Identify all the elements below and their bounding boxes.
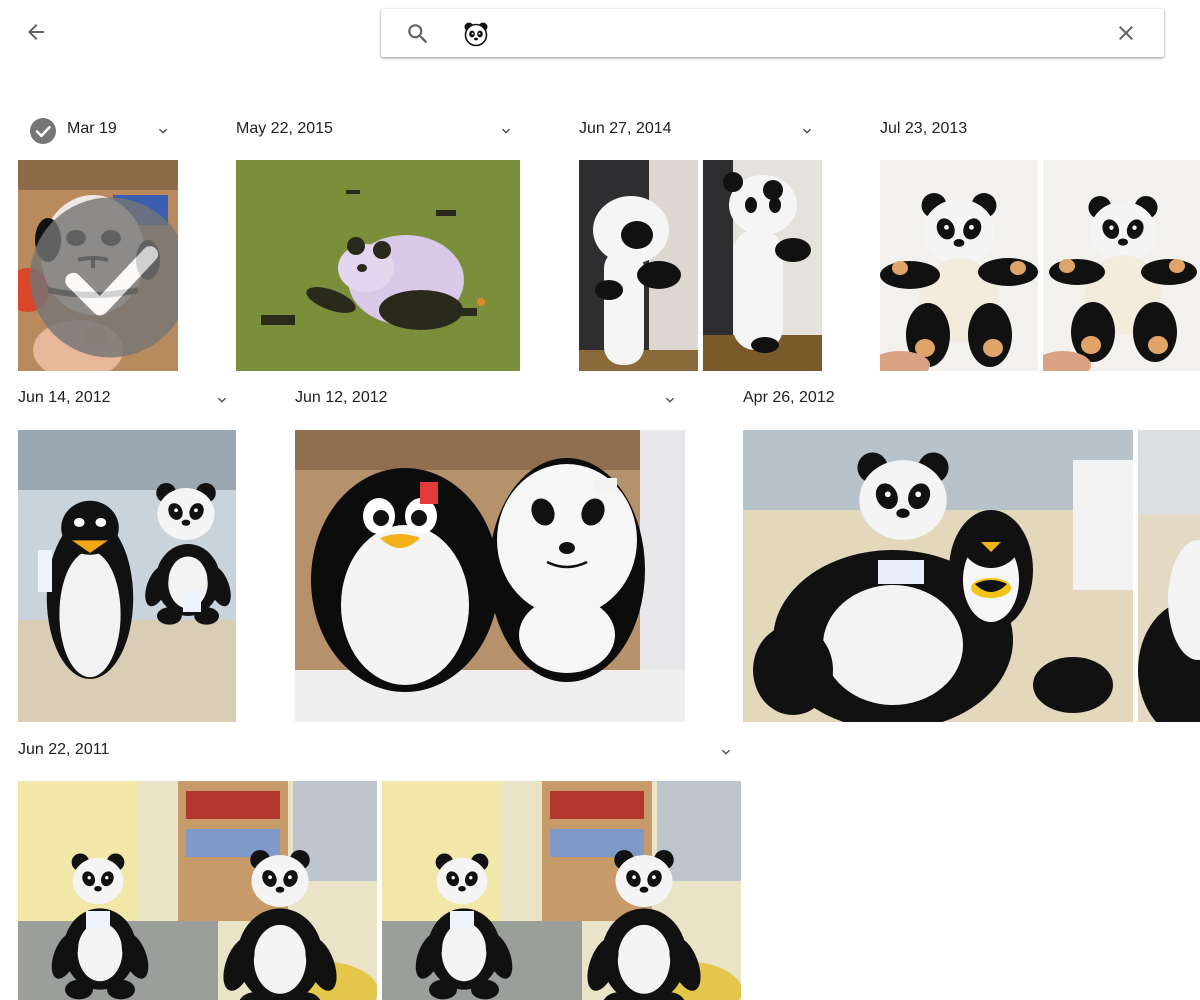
photo-plush-panda-held-in-hand[interactable] bbox=[18, 160, 178, 371]
check-circle-icon[interactable] bbox=[30, 172, 178, 371]
photo-panda-plush-cropped[interactable] bbox=[1138, 430, 1200, 722]
section-date-jul-23-2013: Jul 23, 2013 bbox=[880, 120, 968, 137]
section-date-mar-19: Mar 19 bbox=[67, 120, 117, 137]
chevron-down-icon[interactable] bbox=[498, 123, 514, 139]
search-icon[interactable] bbox=[405, 21, 431, 47]
photo-hanging-panda-plush-2[interactable] bbox=[703, 160, 822, 371]
photo-big-panda-with-batman-penguin[interactable] bbox=[743, 430, 1133, 722]
section-date-apr-26-2012: Apr 26, 2012 bbox=[743, 389, 835, 406]
search-bar[interactable] bbox=[381, 9, 1164, 57]
chevron-down-icon[interactable] bbox=[662, 392, 678, 408]
photo-panda-tshirt-tanks-helicopters[interactable] bbox=[236, 160, 520, 371]
chevron-down-icon[interactable] bbox=[799, 123, 815, 139]
section-date-jun-27-2014: Jun 27, 2014 bbox=[579, 120, 672, 137]
chevron-down-icon[interactable] bbox=[214, 392, 230, 408]
photo-panda-teddy-held-2[interactable] bbox=[1043, 160, 1200, 371]
photo-panda-teddy-held-1[interactable] bbox=[880, 160, 1038, 371]
close-icon[interactable] bbox=[1114, 21, 1138, 45]
section-date-jun-14-2012: Jun 14, 2012 bbox=[18, 389, 111, 406]
section-date-jun-12-2012: Jun 12, 2012 bbox=[295, 389, 388, 406]
photo-penguin-and-panda-plush-on-couch[interactable] bbox=[18, 430, 236, 722]
photo-penguin-and-panda-kids-suitcases[interactable] bbox=[295, 430, 685, 722]
arrow-back-icon bbox=[28, 24, 44, 40]
section-date-may-22-2015: May 22, 2015 bbox=[236, 120, 333, 137]
section-date-jun-22-2011: Jun 22, 2011 bbox=[18, 741, 110, 758]
panda-emoji-icon[interactable] bbox=[463, 21, 489, 47]
chevron-down-icon[interactable] bbox=[718, 744, 734, 760]
photo-hanging-panda-plush-1[interactable] bbox=[579, 160, 698, 371]
check-circle-icon[interactable] bbox=[30, 118, 56, 144]
back-button[interactable] bbox=[18, 14, 54, 50]
photo-two-panda-plush-in-office-1[interactable] bbox=[18, 781, 377, 1000]
chevron-down-icon[interactable] bbox=[155, 123, 171, 139]
photo-two-panda-plush-in-office-2[interactable] bbox=[382, 781, 741, 1000]
